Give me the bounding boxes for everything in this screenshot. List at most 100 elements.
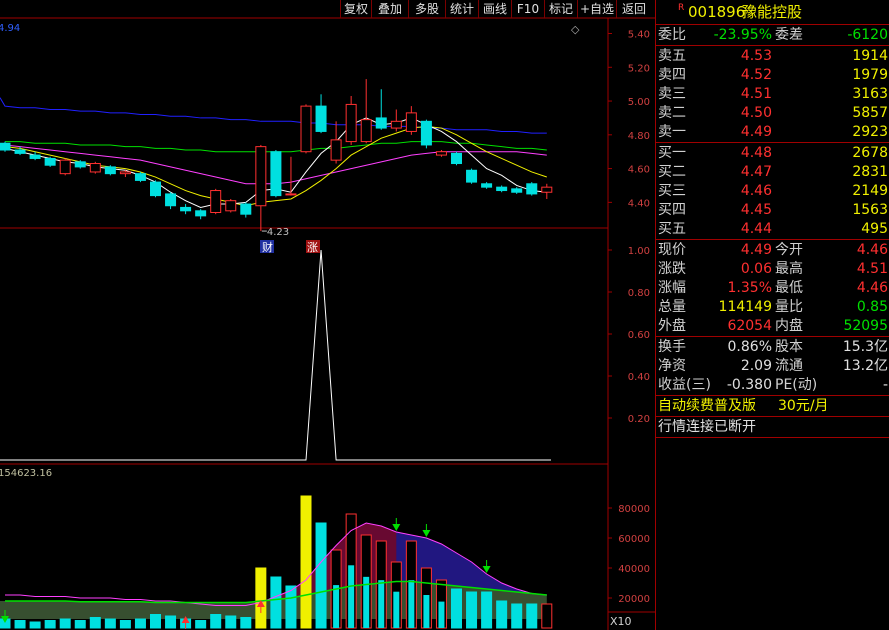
diamond-icon: ◇: [571, 23, 580, 36]
candle-body: [44, 157, 56, 166]
toolbar-button-0[interactable]: 复权: [340, 0, 371, 18]
stat-label: 流通: [775, 358, 803, 374]
toolbar-button-3[interactable]: 统计: [445, 0, 478, 18]
candle-body: [134, 173, 146, 181]
indicator-tick-label: 0.40: [628, 372, 650, 383]
order-level-label: 卖二: [658, 105, 686, 121]
stat-row: 现价 4.49 今开 4.46: [656, 241, 889, 260]
volume-bar: [14, 620, 26, 629]
volume-bar-inner: [378, 580, 385, 628]
price-tick-label: 5.00: [628, 97, 650, 108]
order-price: 4.44: [740, 221, 772, 237]
cai-label: 财: [262, 240, 273, 254]
stat-row: 外盘 62054 内盘 52095: [656, 317, 889, 336]
ma60-line: [0, 97, 547, 134]
stat-value: 4.46: [856, 242, 888, 258]
toolbar-button-6[interactable]: 标记: [544, 0, 577, 18]
candle-body: [511, 188, 523, 193]
candle-body: [119, 171, 131, 175]
order-price: 4.46: [740, 183, 772, 199]
stat-row: 净资 2.09 流通 13.2亿: [656, 357, 889, 376]
stat-value: 114149: [718, 299, 772, 315]
stat-value: 52095: [843, 318, 888, 334]
toolbar-button-1[interactable]: 叠加: [371, 0, 408, 18]
candle-body: [285, 193, 297, 196]
volume-bar: [300, 495, 312, 629]
kline-chart-canvas[interactable]: 5.40 5.20 5.00 4.80 4.60 4.40 4.94 ◇ 4.23 财 涨 1.00 0…: [0, 0, 655, 630]
stat-label: 最低: [775, 280, 803, 296]
volume-bar: [210, 614, 222, 629]
stat-label: 股本: [775, 339, 803, 355]
stat-row: 总量 114149 量比 0.85: [656, 298, 889, 317]
stock-code: 001896: [688, 3, 746, 21]
stat-label: 内盘: [775, 318, 803, 334]
order-volume: 3163: [852, 86, 888, 102]
weibi-row: 委比 -23.95% 委差 -6120: [656, 26, 889, 45]
stat-label: 最高: [775, 261, 803, 277]
candle-body: [451, 152, 462, 165]
toolbar-button-5[interactable]: F10: [511, 0, 544, 18]
sell-level-row: 卖四 4.52 1979: [656, 66, 889, 85]
toolbar-button-7[interactable]: +自选: [577, 0, 616, 18]
stat-row: 收益(三) -0.380 PE(动) -: [656, 376, 889, 395]
rzrq-badge: R: [678, 3, 685, 13]
price-tick-label: 5.40: [628, 30, 650, 41]
volume-bar-inner: [393, 591, 400, 628]
volume-top-value: 154623.16: [0, 468, 52, 479]
candle-body: [195, 210, 207, 217]
stat-value: 15.3亿: [842, 339, 888, 355]
buy-level-row: 买二 4.47 2831: [656, 163, 889, 182]
order-price: 4.47: [740, 164, 772, 180]
stock-name: 豫能控股: [742, 3, 803, 21]
buy-level-row: 买一 4.48 2678: [656, 144, 889, 163]
candle-body: [466, 169, 478, 183]
volume-bar: [240, 617, 252, 629]
promo-row[interactable]: 自动续费普及版 30元/月: [656, 397, 889, 416]
stat-value: 1.35%: [727, 280, 772, 296]
volume-tick-label: 80000: [618, 504, 650, 515]
stat-label: PE(动): [775, 377, 818, 393]
candle-body: [180, 206, 192, 212]
promo-text[interactable]: 自动续费普及版: [658, 397, 756, 416]
volume-tick-label: 20000: [618, 594, 650, 605]
price-tick-label: 4.40: [628, 198, 650, 209]
volume-bar: [165, 615, 177, 629]
candle-body: [255, 146, 267, 207]
stat-value: 4.51: [856, 261, 888, 277]
volume-bar-inner: [438, 601, 445, 628]
candle-body: [541, 186, 553, 193]
buy-level-row: 买三 4.46 2149: [656, 182, 889, 201]
kline-chart-area[interactable]: 5.40 5.20 5.00 4.80 4.60 4.40 4.94 ◇ 4.23 财 涨 1.00 0…: [0, 0, 655, 630]
stat-value: 4.46: [856, 280, 888, 296]
buy-level-row: 买四 4.45 1563: [656, 201, 889, 220]
volume-bar: [195, 620, 207, 629]
candle-body: [390, 120, 402, 129]
indicator-tick-label: 0.20: [628, 414, 650, 425]
toolbar-button-4[interactable]: 画线: [478, 0, 511, 18]
order-price: 4.45: [740, 202, 772, 218]
order-price: 4.51: [740, 86, 772, 102]
stat-label: 净资: [658, 358, 686, 374]
candle-body: [375, 117, 387, 129]
toolbar-button-2[interactable]: 多股: [408, 0, 445, 18]
signal-arrow-icon: [422, 530, 431, 537]
volume-bar: [104, 618, 116, 629]
toolbar-button-8[interactable]: 返回: [616, 0, 651, 18]
order-volume: 2831: [852, 164, 888, 180]
stat-label: 收益(三): [658, 377, 711, 393]
sell-level-row: 卖一 4.49 2923: [656, 123, 889, 142]
indicator-tick-label: 1.00: [628, 246, 650, 257]
order-volume: 1979: [852, 67, 888, 83]
stat-label: 换手: [658, 339, 686, 355]
volume-bar: [225, 615, 237, 629]
stat-value: 4.49: [740, 242, 772, 258]
indicator-tick-label: 0.60: [628, 330, 650, 341]
candle-body: [104, 166, 116, 175]
candle-body: [330, 139, 342, 161]
stat-value: 13.2亿: [842, 358, 888, 374]
volume-bar: [466, 591, 478, 629]
volume-bar: [74, 620, 86, 629]
volume-bar: [44, 620, 56, 629]
promo-price[interactable]: 30元/月: [778, 397, 829, 416]
sell-level-row: 卖二 4.50 5857: [656, 104, 889, 123]
